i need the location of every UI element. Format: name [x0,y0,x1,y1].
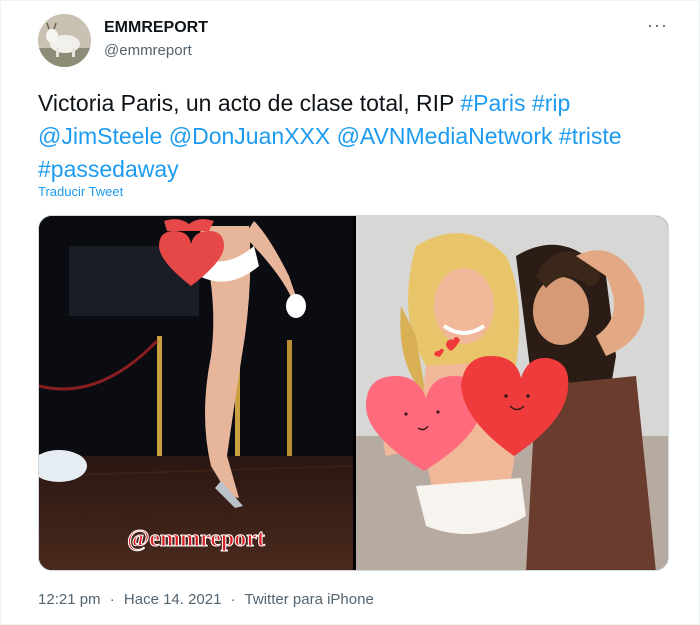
mention-avnmedianetwork[interactable]: @AVNMediaNetwork [337,123,553,149]
mention-donjuanxxx[interactable]: @DonJuanXXX [169,123,330,149]
media-photo-couple[interactable] [356,216,668,570]
tweet-text-plain: Victoria Paris, un acto de clase total, … [38,90,461,116]
tweet-card: EMMREPORT @emmreport ··· Victoria Paris,… [0,0,700,625]
author-handle[interactable]: @emmreport [104,42,192,59]
hashtag-rip[interactable]: #rip [532,90,570,116]
hashtag-paris[interactable]: #Paris [460,90,525,116]
couple-photo-image [356,216,668,570]
hashtag-passedaway[interactable]: #passedaway [38,156,179,182]
stage-photo-image: @emmreport [39,216,353,570]
tweet-meta: 12:21 pm · Hace 14. 2021 · Twitter para … [38,591,374,608]
tweet-source[interactable]: Twitter para iPhone [245,591,374,608]
mention-jimsteele[interactable]: @JimSteele [38,123,162,149]
goat-avatar-icon [38,14,91,67]
media-grid: @emmreport [38,215,669,571]
more-options-icon[interactable]: ··· [647,15,668,36]
translate-tweet-link[interactable]: Traducir Tweet [38,184,123,199]
watermark-text: @emmreport [127,526,265,552]
tweet-time[interactable]: 12:21 pm [38,591,101,608]
tweet-date[interactable]: Hace 14. 2021 [124,591,222,608]
tweet-text: Victoria Paris, un acto de clase total, … [38,87,668,186]
meta-separator-2: · [230,591,236,608]
meta-separator: · [109,591,115,608]
avatar[interactable] [38,14,91,67]
hashtag-triste[interactable]: #triste [559,123,622,149]
author-name[interactable]: EMMREPORT [104,19,208,37]
media-photo-stage[interactable]: @emmreport [39,216,353,570]
